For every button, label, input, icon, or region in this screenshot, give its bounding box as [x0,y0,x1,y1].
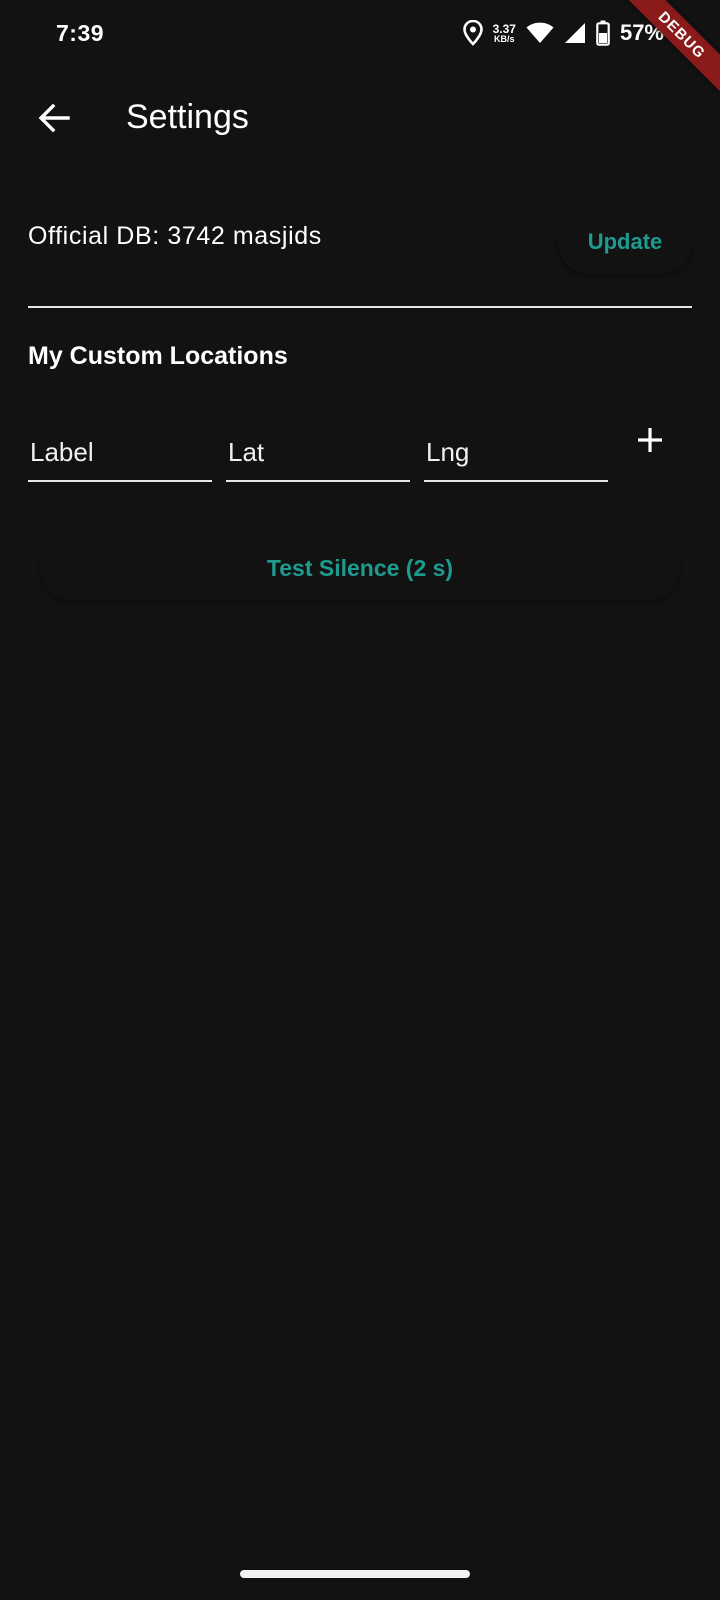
official-db-count: Official DB: 3742 masjids [28,222,322,250]
network-speed-value: 3.37 [492,21,516,36]
network-speed-unit: KB/s [494,33,515,44]
plus-icon [637,427,663,458]
lat-field-container [226,420,410,482]
status-bar: 7:39 3.37 KB/s 57% [0,0,720,72]
status-icons: 3.37 KB/s 57% [462,20,664,46]
lng-field[interactable] [424,420,608,480]
location-icon [462,20,483,46]
home-indicator[interactable] [240,1570,470,1578]
network-speed: 3.37 KB/s [493,23,516,44]
battery-icon [596,20,610,46]
status-time: 7:39 [56,20,105,46]
lat-field[interactable] [226,420,410,480]
wifi-icon [526,22,554,44]
app-bar: Settings [0,72,720,168]
lng-field-container [424,420,608,482]
label-field-container [28,420,212,482]
arrow-back-icon [38,103,70,138]
update-button[interactable]: Update [558,210,692,274]
test-silence-button[interactable]: Test Silence (2 s) [40,536,680,600]
official-db-row: Official DB: 3742 masjids Update [28,210,692,280]
label-field[interactable] [28,420,212,480]
page-title: Settings [126,98,249,136]
back-button[interactable] [28,94,80,146]
divider [28,306,692,308]
settings-screen: 7:39 3.37 KB/s 57% DEBUG Settings Offici… [0,0,720,1600]
signal-icon [564,22,586,44]
add-location-button[interactable] [628,420,672,464]
custom-locations-heading: My Custom Locations [28,342,288,370]
